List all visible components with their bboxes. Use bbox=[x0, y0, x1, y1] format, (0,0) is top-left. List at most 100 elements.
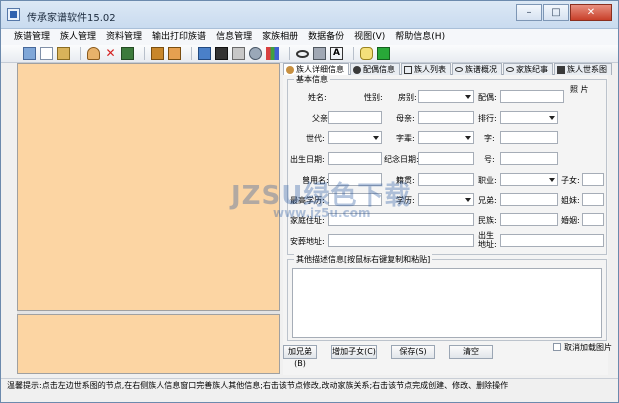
edit-icon[interactable] bbox=[121, 47, 134, 60]
list-icon bbox=[404, 65, 412, 74]
document-icon[interactable] bbox=[40, 47, 53, 60]
close-icon[interactable]: ✕ bbox=[570, 4, 612, 21]
label-sisters: 姐妹: bbox=[561, 196, 580, 205]
copy-icon[interactable] bbox=[23, 47, 36, 60]
tab-genealogy-overview[interactable]: 族谱概况 bbox=[452, 63, 502, 75]
tree-overview-panel[interactable] bbox=[17, 314, 280, 374]
children-field[interactable] bbox=[582, 173, 604, 186]
rank-select[interactable] bbox=[500, 111, 558, 124]
chat-icon[interactable] bbox=[360, 47, 373, 60]
other-info-textarea[interactable] bbox=[292, 268, 602, 338]
sisters-field[interactable] bbox=[582, 193, 604, 206]
user-icon[interactable] bbox=[87, 47, 100, 60]
label-occupation: 职业: bbox=[478, 176, 497, 185]
menu-genealogy[interactable]: 族谱管理 bbox=[9, 29, 55, 45]
label-birth-date: 出生日期: bbox=[290, 155, 325, 164]
marriage-field[interactable] bbox=[582, 213, 604, 226]
label-marriage: 婚姻: bbox=[561, 216, 580, 225]
menu-help[interactable]: 帮助信息(H) bbox=[390, 29, 450, 45]
menu-backup[interactable]: 数据备份 bbox=[303, 29, 349, 45]
person-icon bbox=[353, 65, 361, 74]
text-icon[interactable]: A bbox=[330, 47, 343, 60]
users-icon[interactable] bbox=[168, 47, 181, 60]
label-branch: 房别: bbox=[398, 93, 417, 102]
spouse-field[interactable] bbox=[500, 90, 564, 103]
birthplace-field[interactable] bbox=[500, 234, 604, 247]
title-bar: 传承家谱软件15.02 – □ ✕ bbox=[1, 1, 618, 29]
book-icon[interactable] bbox=[57, 47, 70, 60]
clear-button[interactable]: 清空 bbox=[449, 345, 493, 359]
add-child-button[interactable]: 增加子女(C) bbox=[331, 345, 377, 359]
glasses-icon bbox=[455, 67, 463, 72]
binoculars-icon[interactable] bbox=[215, 47, 228, 60]
menu-print[interactable]: 输出打印族谱 bbox=[147, 29, 211, 45]
delete-icon[interactable]: ✕ bbox=[104, 47, 117, 60]
label-courtesy: 字: bbox=[484, 134, 495, 143]
label-mother: 母亲: bbox=[396, 114, 415, 123]
label-burial: 安葬地址: bbox=[290, 237, 325, 246]
label-name: 姓名: bbox=[308, 93, 327, 102]
menu-members[interactable]: 族人管理 bbox=[55, 29, 101, 45]
label-rank: 排行: bbox=[478, 114, 497, 123]
basic-info-title: 基本信息 bbox=[294, 74, 330, 85]
tree-icon[interactable] bbox=[198, 47, 211, 60]
menu-bar: 族谱管理 族人管理 资料管理 输出打印族谱 信息管理 家族相册 数据备份 视图(… bbox=[1, 29, 618, 45]
menu-view[interactable]: 视图(V) bbox=[349, 29, 390, 45]
label-alias: 号: bbox=[484, 155, 495, 164]
siblings-field[interactable] bbox=[500, 193, 558, 206]
education-select[interactable] bbox=[418, 193, 474, 206]
menu-info[interactable]: 信息管理 bbox=[211, 29, 257, 45]
label-siblings: 兄弟: bbox=[478, 196, 497, 205]
alias-field[interactable] bbox=[500, 152, 558, 165]
print-icon[interactable] bbox=[232, 47, 245, 60]
exit-icon[interactable] bbox=[377, 47, 390, 60]
ethnicity-field[interactable] bbox=[500, 213, 558, 226]
courtesy-field[interactable] bbox=[500, 131, 558, 144]
send-icon[interactable] bbox=[313, 47, 326, 60]
window-controls: – □ ✕ bbox=[515, 4, 612, 21]
label-spouse: 配偶: bbox=[478, 93, 497, 102]
maximize-icon[interactable]: □ bbox=[543, 4, 569, 21]
occupation-select[interactable] bbox=[500, 173, 558, 186]
birth-date-field[interactable] bbox=[328, 152, 382, 165]
label-gender: 性别: bbox=[364, 93, 383, 102]
father-field[interactable] bbox=[328, 111, 382, 124]
add-sibling-button[interactable]: 加兄弟(B) bbox=[283, 345, 317, 368]
glasses-icon[interactable] bbox=[296, 49, 309, 58]
pen-icon[interactable] bbox=[151, 47, 164, 60]
window-title: 传承家谱软件15.02 bbox=[27, 13, 116, 24]
burial-field[interactable] bbox=[328, 234, 474, 247]
save-button[interactable]: 保存(S) bbox=[391, 345, 435, 359]
label-generation: 世代: bbox=[306, 134, 325, 143]
tab-spouse-info[interactable]: 配偶信息 bbox=[350, 63, 400, 75]
status-bar: 温馨提示:点击左边世系图的节点,在右侧族人信息窗口完善族人其他信息;右击该节点修… bbox=[1, 378, 618, 390]
menu-records[interactable]: 资料管理 bbox=[101, 29, 147, 45]
label-ethnicity: 民族: bbox=[478, 216, 497, 225]
tab-strip: 族人详细信息 配偶信息 族人列表 族谱概况 家族纪事 族人世系图 bbox=[283, 63, 612, 75]
label-photo: 照 片 bbox=[570, 85, 589, 94]
basic-info-group: 基本信息 姓名: 性别: 房别: 配偶: 照 片 父亲: 母亲: 排行: 世代:… bbox=[287, 74, 607, 255]
label-memorial-date: 纪念日期: bbox=[384, 155, 419, 164]
app-window: 传承家谱软件15.02 – □ ✕ 族谱管理 族人管理 资料管理 输出打印族谱 … bbox=[0, 0, 619, 403]
tree-icon bbox=[557, 65, 565, 74]
tab-family-chronicle[interactable]: 家族纪事 bbox=[503, 63, 553, 75]
gear-icon[interactable] bbox=[249, 47, 262, 60]
chart-icon[interactable] bbox=[266, 47, 279, 60]
menu-album[interactable]: 家族相册 bbox=[257, 29, 303, 45]
app-icon bbox=[7, 8, 20, 21]
toolbar: ✕ A bbox=[1, 45, 618, 63]
other-info-title: 其他描述信息[按鼠标右键复制和粘贴] bbox=[294, 254, 433, 265]
watermark-url: www.jz5u.com bbox=[273, 206, 371, 220]
origin-field[interactable] bbox=[418, 173, 474, 186]
tab-member-list[interactable]: 族人列表 bbox=[401, 63, 451, 75]
generation-char-select[interactable] bbox=[418, 131, 474, 144]
generation-select[interactable] bbox=[328, 131, 382, 144]
cancel-image-checkbox[interactable] bbox=[553, 343, 561, 351]
branch-select[interactable] bbox=[418, 90, 474, 103]
tab-lineage-chart[interactable]: 族人世系图 bbox=[554, 63, 612, 75]
memorial-date-field[interactable] bbox=[418, 152, 474, 165]
minimize-icon[interactable]: – bbox=[516, 4, 542, 21]
mother-field[interactable] bbox=[418, 111, 474, 124]
status-message: 温馨提示:点击左边世系图的节点,在右侧族人信息窗口完善族人其他信息;右击该节点修… bbox=[7, 381, 509, 390]
cancel-image-label: 取消加载图片 bbox=[564, 343, 612, 352]
